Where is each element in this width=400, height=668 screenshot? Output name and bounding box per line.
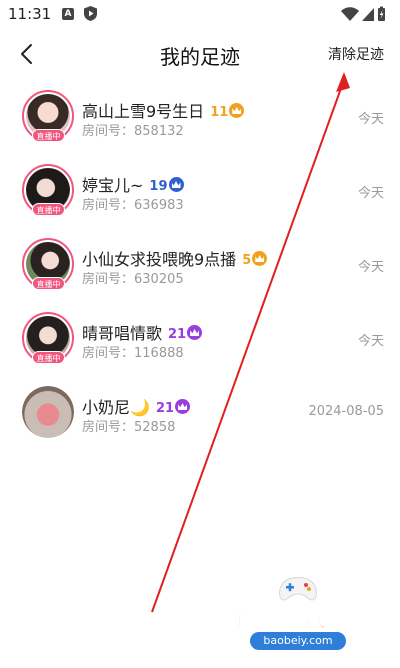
crown-icon [252, 251, 268, 266]
streamer-name: 高山上雪9号生日 11 [82, 98, 245, 122]
streamer-name: 小仙女求投喂晚9点播 5 [82, 246, 268, 270]
visit-time: 今天 [357, 186, 384, 201]
live-badge: 直播中 [32, 129, 65, 142]
level-badge: 11 [210, 103, 245, 120]
crown-icon [168, 177, 184, 192]
level-badge: 19 [149, 177, 184, 194]
status-time: 11:31 [8, 5, 52, 23]
shield-play-icon [84, 6, 97, 21]
avatar[interactable] [22, 386, 74, 438]
avatar[interactable]: 直播中 [22, 312, 74, 364]
streamer-name: 晴哥唱情歌 21 [82, 320, 203, 344]
live-badge: 直播中 [32, 351, 65, 364]
a-notification-icon: A [62, 8, 74, 20]
avatar[interactable]: 直播中 [22, 90, 74, 142]
wifi-signal-battery-icon [341, 6, 385, 21]
crown-icon [187, 325, 203, 340]
avatar[interactable]: 直播中 [22, 164, 74, 216]
list-item[interactable]: 小奶尼🌙 21 房间号：52858 2024-08-05 [0, 376, 400, 450]
list-item[interactable]: 直播中 婷宝儿~ 19 房间号：636983 今天 [0, 154, 400, 228]
status-bar: 11:31 A [0, 0, 400, 28]
room-number: 房间号：630205 [82, 272, 184, 287]
live-badge: 直播中 [32, 203, 65, 216]
room-number: 房间号：116888 [82, 346, 184, 361]
avatar[interactable]: 直播中 [22, 238, 74, 290]
live-badge: 直播中 [32, 277, 65, 290]
list-item[interactable]: 直播中 小仙女求投喂晚9点播 5 房间号：630205 今天 [0, 228, 400, 302]
crown-icon [229, 103, 245, 118]
streamer-name: 婷宝儿~ 19 [82, 172, 184, 196]
room-number: 房间号：858132 [82, 124, 184, 139]
watermark-text: 宝贝游戏网 [228, 604, 353, 633]
visit-time: 今天 [357, 112, 384, 127]
crown-icon [175, 399, 191, 414]
app-header: 我的足迹 清除足迹 [0, 30, 400, 76]
list-item[interactable]: 直播中 晴哥唱情歌 21 房间号：116888 今天 [0, 302, 400, 376]
visit-time: 今天 [357, 260, 384, 275]
room-number: 房间号：636983 [82, 198, 184, 213]
watermark-logo: 宝贝游戏网 baobeiy.com [222, 574, 372, 664]
level-badge: 21 [168, 325, 203, 342]
level-badge: 5 [242, 251, 268, 268]
clear-footprints-button[interactable]: 清除足迹 [328, 44, 384, 64]
list-item[interactable]: 直播中 高山上雪9号生日 11 房间号：858132 今天 [0, 80, 400, 154]
level-badge: 21 [156, 399, 191, 416]
visit-time: 今天 [357, 334, 384, 349]
room-number: 房间号：52858 [82, 420, 176, 435]
watermark-url: baobeiy.com [250, 632, 346, 650]
visit-time: 2024-08-05 [308, 404, 384, 419]
streamer-name: 小奶尼🌙 21 [82, 394, 191, 418]
